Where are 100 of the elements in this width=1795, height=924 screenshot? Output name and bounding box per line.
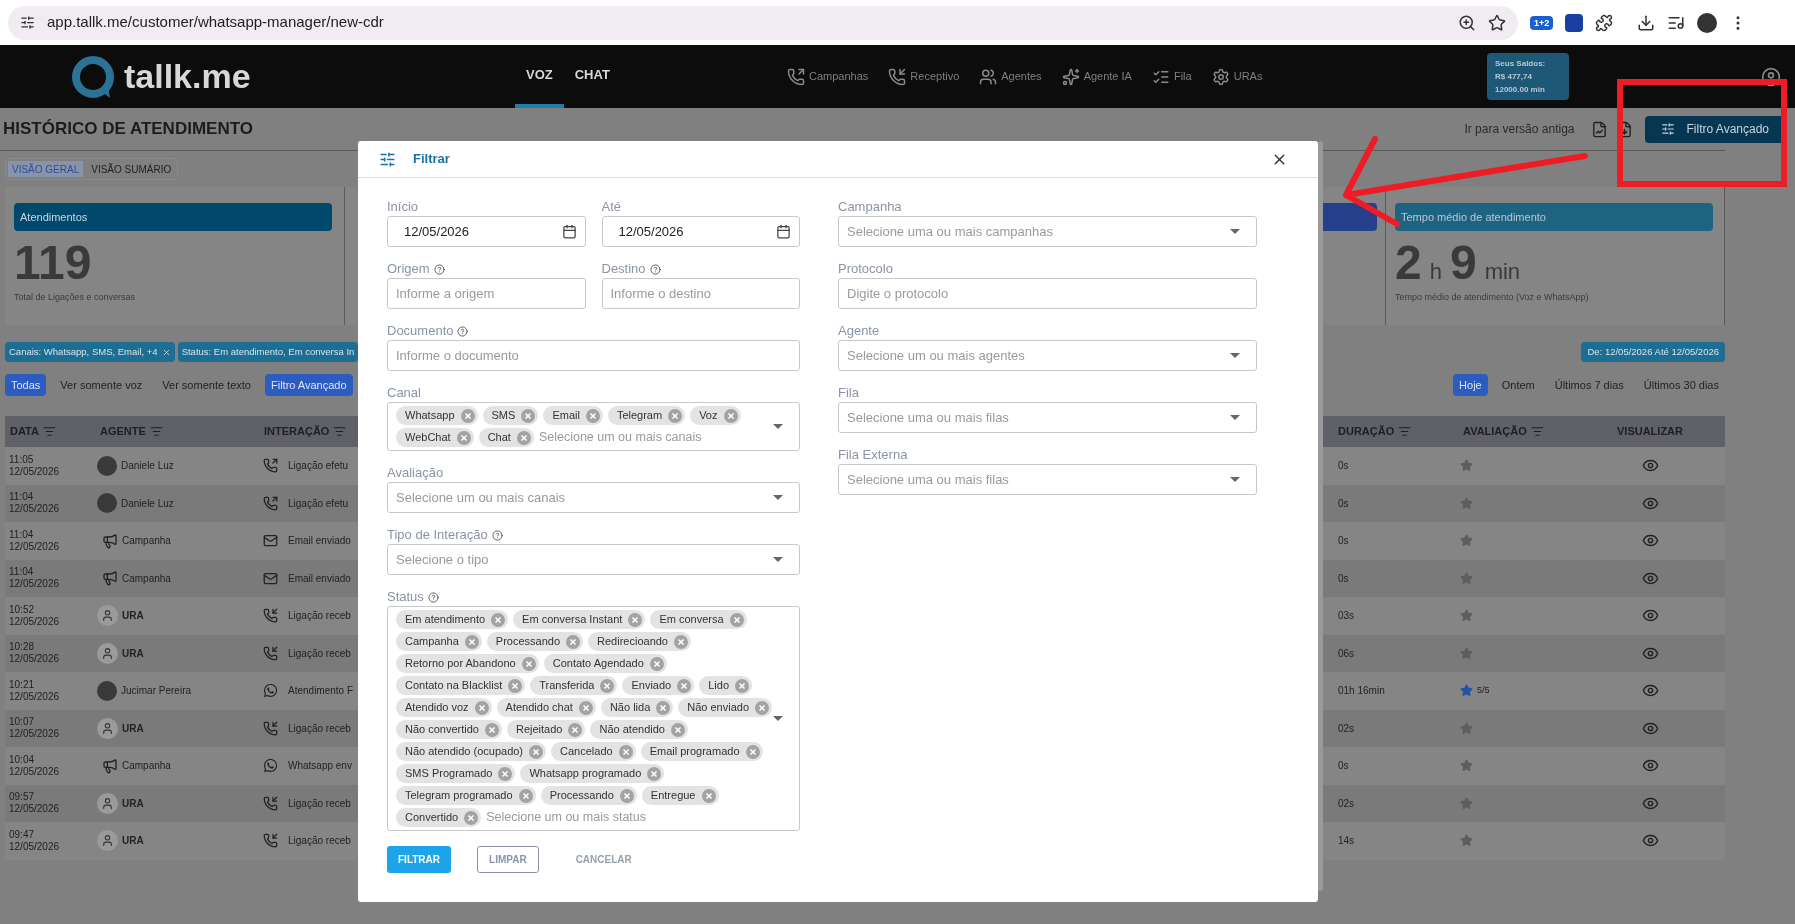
date-input[interactable]: 12/05/2026 — [387, 216, 586, 247]
bookmark-star-icon[interactable] — [1488, 13, 1506, 32]
help-icon[interactable] — [433, 263, 445, 275]
remove-chip-icon[interactable] — [656, 700, 671, 715]
remove-chip-icon[interactable] — [521, 656, 536, 671]
duration-cell-text: 06s — [1337, 646, 1356, 661]
view-tab[interactable]: VISÃO SUMÁRIO — [87, 161, 176, 177]
nav-link[interactable]: Fila — [1151, 67, 1192, 86]
remove-chip-icon[interactable] — [516, 430, 531, 445]
remove-chip-icon[interactable] — [729, 612, 744, 627]
help-icon[interactable] — [457, 325, 469, 337]
text-input[interactable]: Informe o destino — [601, 278, 800, 309]
nav-link[interactable]: Agentes — [979, 67, 1042, 86]
channel-filter-tab[interactable]: Ver somente texto — [156, 374, 257, 396]
help-icon[interactable] — [427, 591, 439, 603]
filter-icon[interactable] — [333, 425, 347, 438]
remove-chip-icon[interactable] — [568, 722, 583, 737]
remove-chip-icon[interactable] — [464, 810, 479, 825]
header-tab[interactable]: VOZ — [515, 45, 564, 108]
address-bar[interactable]: app.tallk.me/customer/whatsapp-manager/new-cdr — [8, 5, 1518, 40]
selected-chip: Contato na Blacklist — [396, 676, 526, 695]
filter-icon[interactable] — [149, 425, 163, 438]
remove-chip-icon[interactable] — [485, 722, 499, 737]
period-filter-tab[interactable]: Ontem — [1495, 374, 1541, 396]
header-tab[interactable]: CHAT — [563, 45, 621, 108]
filter-button[interactable]: FILTRAR — [387, 846, 452, 873]
select-field[interactable]: Selecione uma ou mais filas — [838, 402, 1257, 433]
select-field[interactable]: Selecione uma ou mais filas — [838, 464, 1257, 495]
zoom-icon[interactable] — [1458, 13, 1476, 32]
interaction-icon — [263, 758, 278, 774]
select-field[interactable]: Selecione uma ou mais campanhas — [838, 216, 1257, 247]
remove-chip-icon[interactable] — [464, 634, 479, 649]
remove-chip-icon[interactable] — [745, 744, 760, 759]
remove-icon[interactable] — [161, 347, 171, 357]
remove-chip-icon[interactable] — [529, 744, 544, 759]
remove-chip-icon[interactable] — [670, 722, 685, 737]
profile-avatar[interactable] — [1697, 12, 1718, 33]
clear-button[interactable]: LIMPAR — [477, 846, 539, 873]
period-filter-tab[interactable]: Últimos 30 dias — [1637, 374, 1725, 396]
period-filter-tab[interactable]: Hoje — [1453, 374, 1488, 396]
remove-chip-icon[interactable] — [647, 766, 662, 781]
download-icon[interactable] — [1637, 13, 1656, 32]
report-icon[interactable] — [1590, 120, 1608, 138]
filter-icon[interactable] — [1530, 425, 1544, 438]
filter-icon[interactable] — [42, 425, 56, 438]
old-version-link[interactable]: Ir para versão antiga — [1464, 120, 1575, 138]
remove-chip-icon[interactable] — [518, 788, 533, 803]
nav-link[interactable]: URAs — [1211, 67, 1263, 86]
remove-chip-icon[interactable] — [628, 612, 643, 627]
text-input[interactable]: Informe o documento — [387, 340, 800, 371]
url-text: app.tallk.me/customer/whatsapp-manager/new-cdr — [47, 12, 385, 33]
remove-chip-icon[interactable] — [474, 700, 489, 715]
remove-chip-icon[interactable] — [491, 612, 506, 627]
text-input[interactable]: Informe a origem — [387, 278, 586, 309]
remove-chip-icon[interactable] — [498, 766, 513, 781]
period-filter-tab[interactable]: Últimos 7 dias — [1548, 374, 1630, 396]
remove-chip-icon[interactable] — [668, 408, 683, 423]
extensions-icon[interactable] — [1595, 13, 1614, 32]
remove-chip-icon[interactable] — [521, 408, 536, 423]
remove-chip-icon[interactable] — [618, 744, 633, 759]
remove-chip-icon[interactable] — [600, 678, 615, 693]
remove-chip-icon[interactable] — [674, 634, 688, 649]
remove-chip-icon[interactable] — [619, 788, 634, 803]
user-icon[interactable] — [1761, 66, 1781, 87]
extension-badge[interactable]: 1+2 — [1530, 15, 1554, 30]
remove-chip-icon[interactable] — [755, 700, 770, 715]
view-tab[interactable]: VISÃO GERAL — [8, 161, 84, 177]
remove-chip-icon[interactable] — [566, 634, 581, 649]
date-input[interactable]: 12/05/2026 — [601, 216, 800, 247]
remove-chip-icon[interactable] — [677, 678, 692, 693]
filter-icon[interactable] — [1398, 425, 1412, 438]
channel-filter-tab[interactable]: Filtro Avançado — [264, 374, 353, 396]
remove-chip-icon[interactable] — [508, 678, 523, 693]
remove-chip-icon[interactable] — [585, 408, 600, 423]
extension-icon[interactable] — [1565, 13, 1584, 32]
duration-cell-text: 0s — [1337, 759, 1350, 774]
multiselect-field[interactable]: Whatsapp SMS Email Telegram Voz WebChat Chat Selecione um ou mais canais — [387, 402, 800, 451]
text-input[interactable]: Digite o protocolo — [838, 278, 1257, 309]
remove-chip-icon[interactable] — [456, 430, 471, 445]
remove-chip-icon[interactable] — [649, 656, 664, 671]
help-icon[interactable] — [649, 263, 661, 275]
remove-chip-icon[interactable] — [460, 408, 475, 423]
select-field[interactable]: Selecione um ou mais agentes — [838, 340, 1257, 371]
remove-chip-icon[interactable] — [701, 788, 716, 803]
filter-chip[interactable]: Canais: Whatsapp, SMS, Email, +4 — [5, 342, 175, 362]
nav-link[interactable]: Receptivo — [888, 67, 960, 86]
filter-chip[interactable]: Status: Em atendimento, Em conversa In — [177, 342, 359, 362]
select-field[interactable]: Selecione um ou mais canais — [387, 482, 800, 513]
column-header: DATA — [10, 424, 39, 440]
remove-chip-icon[interactable] — [723, 408, 738, 423]
multiselect-field[interactable] — [387, 606, 800, 831]
help-icon[interactable] — [491, 529, 503, 541]
nav-link[interactable]: Campanhas — [787, 67, 869, 86]
remove-chip-icon[interactable] — [578, 700, 593, 715]
nav-link[interactable]: Agente IA — [1061, 67, 1132, 86]
select-field[interactable]: Selecione o tipo — [387, 544, 800, 575]
site-settings-icon[interactable] — [20, 15, 35, 30]
channel-filter-tab[interactable]: Ver somente voz — [54, 374, 149, 396]
remove-chip-icon[interactable] — [735, 678, 749, 693]
channel-filter-tab[interactable]: Todas — [5, 374, 47, 396]
